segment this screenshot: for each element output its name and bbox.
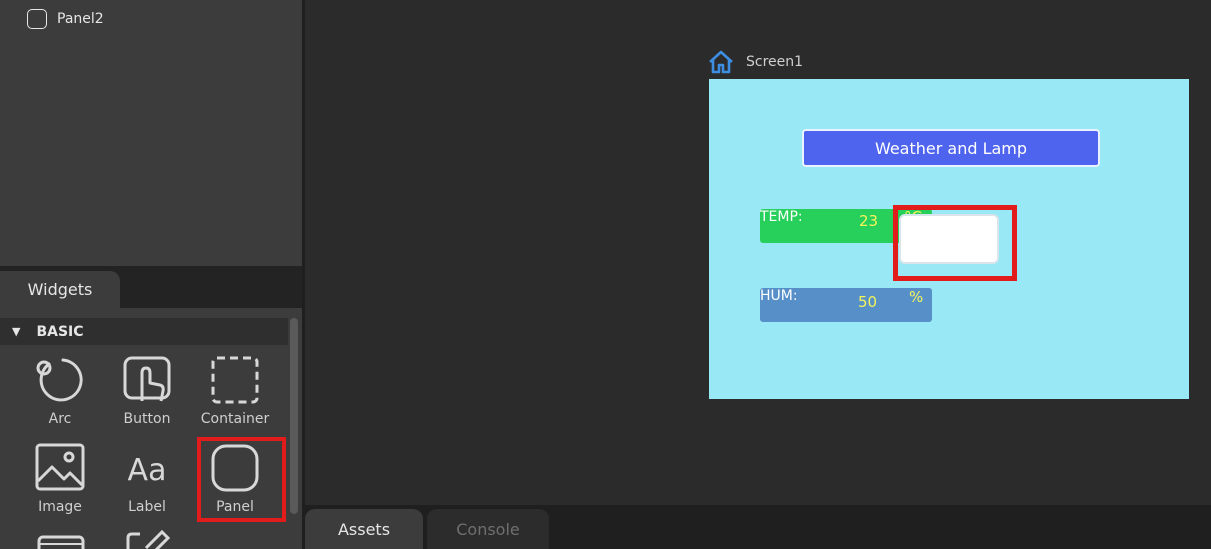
hierarchy-item-label: Panel2 — [57, 11, 104, 27]
widget-partial-icon[interactable] — [37, 535, 87, 549]
panel2-highlight — [893, 205, 1017, 281]
widget-button[interactable]: Button — [103, 355, 191, 427]
widget-label[interactable]: Aa Label — [103, 443, 191, 515]
hum-unit: % — [909, 288, 924, 306]
button-icon — [123, 356, 171, 402]
widget-arc[interactable]: Arc — [16, 355, 104, 427]
hierarchy-panel: Panel2 — [0, 0, 302, 266]
widget-label: Button — [123, 411, 171, 427]
widget-label: Arc — [48, 411, 72, 427]
tab-assets[interactable]: Assets — [305, 509, 423, 549]
tab-console[interactable]: Console — [427, 509, 549, 549]
widget-container[interactable]: Container — [191, 355, 279, 427]
label-icon: Aa — [128, 453, 167, 488]
widget-label: Container — [200, 411, 270, 427]
hum-label: HUM: — [760, 288, 798, 304]
category-basic-header[interactable]: ▼ BASIC — [0, 318, 288, 345]
svg-text:Aa: Aa — [128, 453, 167, 488]
home-icon[interactable] — [708, 50, 734, 74]
screen-name: Screen1 — [746, 54, 804, 70]
widget-image[interactable]: Image — [16, 443, 104, 515]
category-label: BASIC — [36, 323, 84, 340]
tab-widgets[interactable]: Widgets — [0, 271, 120, 308]
hierarchy-item-panel2[interactable]: Panel2 — [27, 9, 104, 29]
temp-value: 23 — [859, 212, 879, 230]
container-icon — [211, 356, 259, 404]
image-icon — [35, 443, 85, 491]
screen-header[interactable]: Screen1 — [708, 50, 803, 74]
panel-widget-highlight — [197, 437, 286, 522]
screen-canvas[interactable]: Weather and Lamp TEMP: 23 °C HUM: 50 % — [709, 79, 1189, 399]
panel-divider[interactable] — [302, 0, 305, 549]
edit-pencil-icon[interactable] — [124, 530, 174, 549]
collapse-triangle-icon[interactable]: ▼ — [12, 325, 20, 338]
widget-label: Image — [38, 499, 82, 515]
widget-label-text: Label — [128, 499, 166, 515]
widgets-scrollbar[interactable] — [290, 318, 298, 514]
panel-icon — [27, 9, 47, 29]
hum-value: 50 — [858, 293, 878, 311]
title-button[interactable]: Weather and Lamp — [802, 129, 1100, 167]
arc-icon — [36, 358, 83, 402]
temp-label: TEMP: — [760, 209, 803, 225]
